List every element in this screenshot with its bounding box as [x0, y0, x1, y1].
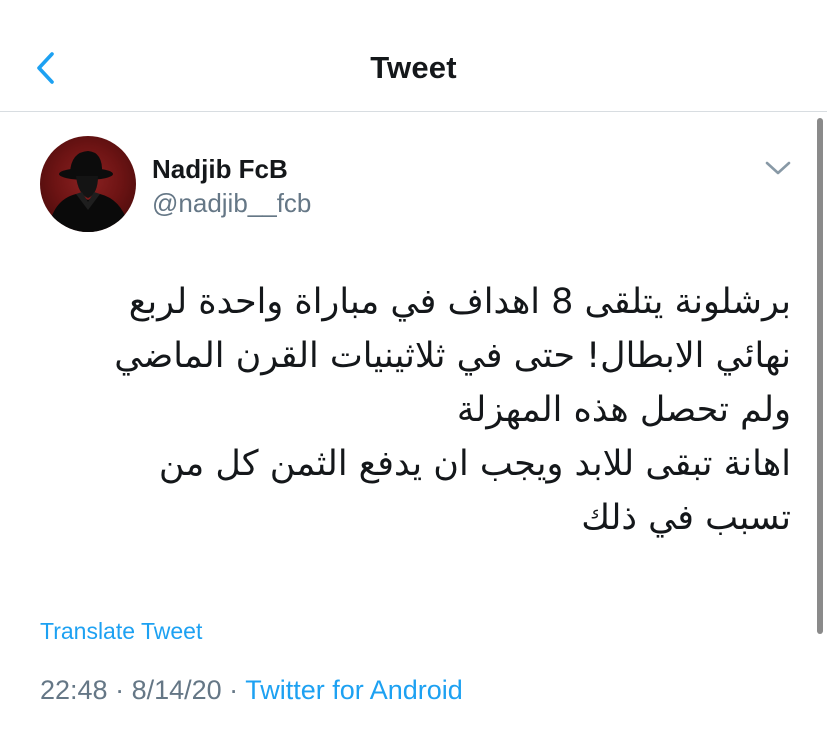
- separator: ·: [107, 675, 132, 705]
- separator: ·: [221, 675, 246, 705]
- header-bar: Tweet: [0, 0, 827, 112]
- tweet-date: 8/14/20: [131, 675, 222, 705]
- author-display-name[interactable]: Nadjib FcB: [152, 154, 288, 185]
- tweet-text-line: تسبب في ذلك: [581, 498, 791, 538]
- avatar[interactable]: [40, 136, 136, 232]
- translate-tweet-link[interactable]: Translate Tweet: [40, 618, 202, 645]
- tweet-text-line: ولم تحصل هذه المهزلة: [456, 390, 791, 430]
- tweet-time: 22:48: [40, 675, 108, 705]
- tweet-source-link[interactable]: Twitter for Android: [245, 675, 463, 705]
- tweet-text-line: اهانة تبقى للابد ويجب ان يدفع الثمن كل م…: [158, 444, 791, 484]
- tweet-menu-button[interactable]: [764, 158, 792, 178]
- avatar-silhouette-image: [48, 151, 130, 232]
- scrollbar[interactable]: [817, 118, 823, 634]
- author-handle[interactable]: @nadjib__fcb: [152, 188, 311, 219]
- chevron-down-icon: [765, 161, 791, 175]
- tweet-text: برشلونة يتلقى 8 اهداف في مباراة واحدة لر…: [31, 275, 791, 545]
- tweet-text-line: برشلونة يتلقى 8 اهداف في مباراة واحدة لر…: [128, 282, 791, 322]
- tweet-metadata: 22:48 · 8/14/20 · Twitter for Android: [40, 675, 463, 706]
- page-title: Tweet: [370, 50, 457, 85]
- tweet-text-line: نهائي الابطال! حتى في ثلاثينيات القرن ال…: [114, 336, 791, 376]
